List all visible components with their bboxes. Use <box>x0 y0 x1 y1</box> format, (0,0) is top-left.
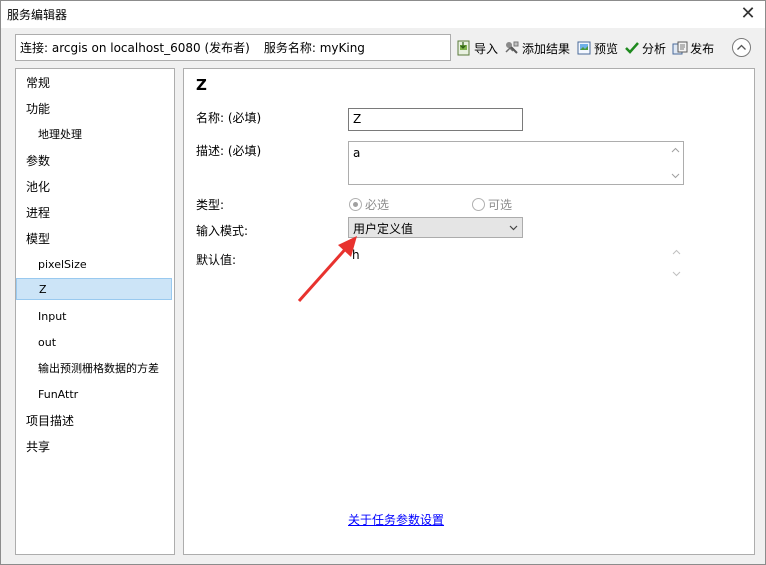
publish-icon <box>672 41 688 55</box>
chevron-down-icon <box>509 225 518 231</box>
toolbar: 导入 添加结果 预览 分析 发布 <box>456 37 720 59</box>
default-value-scrollbar[interactable] <box>669 245 684 281</box>
parameter-panel: Z 名称: (必填) Z 描述: (必填) a 类型: 必选 可选 输入模式: … <box>183 68 755 555</box>
sidebar-item-capabilities[interactable]: 功能 <box>16 98 174 120</box>
required-radio[interactable]: 必选 <box>349 196 389 213</box>
preview-button[interactable]: 预览 <box>576 37 618 59</box>
import-icon <box>457 40 470 56</box>
sidebar-item-out[interactable]: out <box>16 332 174 354</box>
scroll-down-icon[interactable] <box>672 269 681 278</box>
page-title: Z <box>196 76 207 94</box>
optional-option-label: 可选 <box>488 198 513 212</box>
sidebar-item-processes[interactable]: 进程 <box>16 202 174 224</box>
add-result-label: 添加结果 <box>522 41 571 56</box>
scroll-up-icon[interactable] <box>672 248 681 257</box>
task-parameters-help-link[interactable]: 关于任务参数设置 <box>348 511 444 528</box>
analyze-button[interactable]: 分析 <box>624 37 666 59</box>
import-label: 导入 <box>474 41 499 56</box>
connection-info: 连接: arcgis on localhost_6080 (发布者) 服务名称: … <box>15 34 451 61</box>
publish-label: 发布 <box>690 41 715 56</box>
sidebar-item-parameters[interactable]: 参数 <box>16 150 174 172</box>
sidebar-item-item-description[interactable]: 项目描述 <box>16 410 174 432</box>
title-bar: 服务编辑器 ✕ <box>1 1 765 28</box>
optional-radio[interactable]: 可选 <box>472 196 512 213</box>
radio-selected-icon <box>349 198 362 211</box>
publish-button[interactable]: 发布 <box>672 37 714 59</box>
window-title: 服务编辑器 <box>7 8 68 22</box>
default-value-label: 默认值: <box>196 253 237 267</box>
service-editor-window: 服务编辑器 ✕ 连接: arcgis on localhost_6080 (发布… <box>0 0 766 565</box>
sidebar-item-funattr[interactable]: FunAttr <box>16 384 174 406</box>
sidebar-item-model[interactable]: 模型 <box>16 228 174 250</box>
sidebar-item-pooling[interactable]: 池化 <box>16 176 174 198</box>
scroll-up-icon[interactable] <box>671 146 680 155</box>
description-field[interactable]: a <box>348 141 684 185</box>
default-value-text: h <box>352 248 360 262</box>
sidebar-item-input[interactable]: Input <box>16 306 174 328</box>
import-button[interactable]: 导入 <box>456 37 498 59</box>
description-value: a <box>353 146 361 160</box>
sidebar-item-pixelsize[interactable]: pixelSize <box>16 254 174 276</box>
description-scrollbar[interactable] <box>668 142 683 184</box>
type-label: 类型: <box>196 198 225 212</box>
scroll-down-icon[interactable] <box>671 171 680 180</box>
add-result-icon <box>505 41 519 54</box>
required-option-label: 必选 <box>365 198 390 212</box>
collapse-button[interactable] <box>732 38 751 57</box>
radio-empty-icon <box>472 198 485 211</box>
sidebar-item-geoprocessing[interactable]: 地理处理 <box>16 124 174 146</box>
connection-label: 连接: arcgis on localhost_6080 (发布者) <box>20 41 250 55</box>
preview-label: 预览 <box>594 41 619 56</box>
input-mode-label: 输入模式: <box>196 224 249 238</box>
service-name-label: 服务名称: myKing <box>263 41 365 55</box>
sidebar: 常规 功能 地理处理 参数 池化 进程 模型 pixelSize Z Input… <box>15 68 175 555</box>
input-mode-select[interactable]: 用户定义值 <box>348 217 523 238</box>
sidebar-item-general[interactable]: 常规 <box>16 72 174 94</box>
sidebar-item-output-variance[interactable]: 输出预测栅格数据的方差 <box>16 358 174 380</box>
name-label: 名称: (必填) <box>196 111 262 125</box>
preview-icon <box>577 41 591 55</box>
sidebar-item-z[interactable]: Z <box>16 278 172 300</box>
add-result-button[interactable]: 添加结果 <box>504 37 570 59</box>
default-value-field[interactable]: h <box>348 245 684 281</box>
name-field[interactable]: Z <box>348 108 523 131</box>
analyze-label: 分析 <box>642 41 667 56</box>
close-icon[interactable]: ✕ <box>737 3 759 25</box>
description-label: 描述: (必填) <box>196 144 262 158</box>
checkmark-icon <box>625 42 639 54</box>
input-mode-value: 用户定义值 <box>353 222 414 236</box>
chevron-up-icon <box>737 44 746 50</box>
sidebar-item-sharing[interactable]: 共享 <box>16 436 174 458</box>
